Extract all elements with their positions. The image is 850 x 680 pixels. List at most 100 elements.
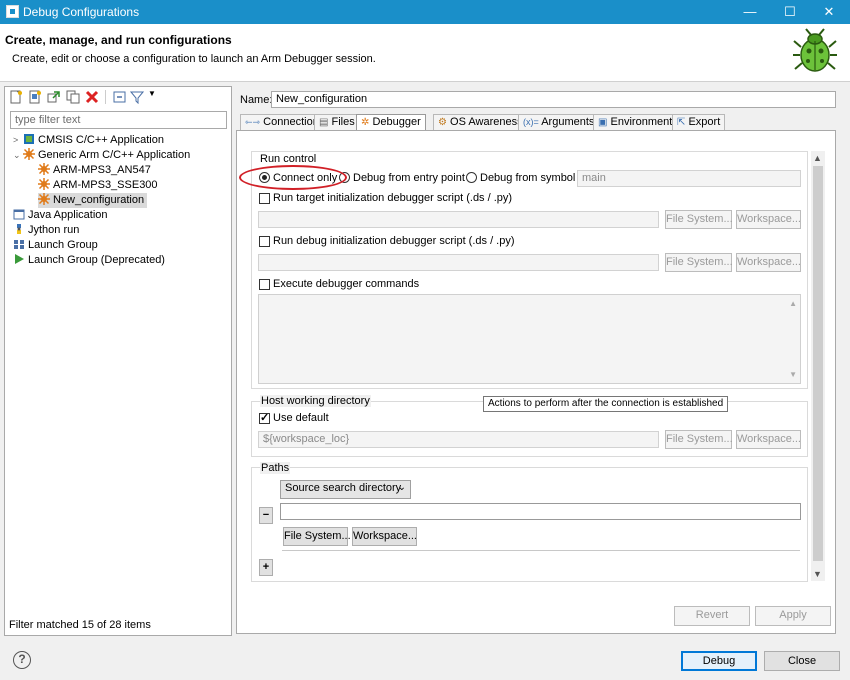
files-icon: ▤ <box>319 117 329 128</box>
debug-init-workspace-button[interactable]: Workspace... <box>736 253 801 272</box>
use-default-checkbox[interactable] <box>259 411 270 424</box>
header-subtitle: Create, edit or choose a configuration t… <box>12 53 376 65</box>
tree-item-java-app[interactable]: Java Application <box>13 208 108 223</box>
textarea-scroll-down-icon[interactable]: ▼ <box>789 370 797 379</box>
name-label: Name: <box>240 94 273 106</box>
path-input[interactable] <box>280 503 801 520</box>
maximize-button[interactable]: ☐ <box>770 0 810 24</box>
tab-environment[interactable]: ▣ Environment <box>593 114 678 130</box>
app-icon <box>6 5 19 18</box>
host-dir-workspace-button[interactable]: Workspace... <box>736 430 801 449</box>
add-path-button[interactable]: + <box>259 559 273 576</box>
source-search-dropdown[interactable]: Source search directory ⌄ <box>280 480 411 499</box>
remove-path-button[interactable]: − <box>259 507 273 524</box>
help-icon[interactable]: ? <box>13 651 31 669</box>
debug-init-path-input[interactable] <box>258 254 659 271</box>
target-init-file-system-button[interactable]: File System... <box>665 210 733 229</box>
launch-group-deprecated-icon <box>15 254 24 264</box>
launch-group-icon <box>14 240 24 249</box>
tree-item-launch-group[interactable]: Launch Group <box>13 238 98 253</box>
name-input[interactable]: New_configuration <box>271 91 836 108</box>
debug-init-label[interactable]: Run debug initialization debugger script… <box>273 235 515 247</box>
paths-workspace-button[interactable]: Workspace... <box>352 527 417 546</box>
tab-os-awareness[interactable]: ⚙ OS Awareness <box>433 114 528 130</box>
tree-item-jython-run[interactable]: Jython run <box>13 223 79 238</box>
vertical-scrollbar[interactable]: ▲ ▼ <box>811 151 825 581</box>
close-window-button[interactable]: ✕ <box>809 0 849 24</box>
title-bar: Debug Configurations — ☐ ✕ <box>0 0 850 24</box>
filter-icon[interactable] <box>130 90 144 104</box>
execute-commands-label[interactable]: Execute debugger commands <box>273 278 419 290</box>
debug-symbol-label[interactable]: Debug from symbol <box>480 172 575 184</box>
tree-item-generic-arm[interactable]: ⌄ Generic Arm C/C++ Application <box>13 148 190 163</box>
tab-files[interactable]: ▤ Files <box>314 114 360 130</box>
paths-file-system-button[interactable]: File System... <box>283 527 351 546</box>
working-directory-input[interactable]: ${workspace_loc} <box>258 431 659 448</box>
textarea-scroll-up-icon[interactable]: ▲ <box>789 299 797 308</box>
debugger-icon: ✲ <box>361 117 370 128</box>
bug-icon <box>793 28 837 72</box>
host-dir-label: Host working directory <box>260 395 371 407</box>
arm-config-icon <box>38 178 50 190</box>
tree-item-mps3-sse300[interactable]: ARM-MPS3_SSE300 <box>38 178 158 193</box>
duplicate-config-icon[interactable] <box>66 90 80 104</box>
export-icon: ⇱ <box>677 117 686 128</box>
tree-item-new-configuration[interactable]: New_configuration <box>38 193 148 208</box>
configuration-tree-panel: ▼ type filter text > CMSIS C/C++ Applicat… <box>4 86 232 636</box>
target-init-path-input[interactable] <box>258 211 659 228</box>
tooltip: Actions to perform after the connection … <box>483 396 729 412</box>
highlight-annotation <box>239 165 347 190</box>
execute-commands-checkbox[interactable] <box>259 279 270 290</box>
scroll-up-icon[interactable]: ▲ <box>813 153 822 163</box>
arm-config-icon <box>38 193 50 205</box>
symbol-input[interactable]: main <box>577 170 801 187</box>
window-title: Debug Configurations <box>23 5 140 19</box>
paths-label: Paths <box>260 462 291 474</box>
header-title: Create, manage, and run configurations <box>5 33 232 47</box>
tab-export[interactable]: ⇱ Export <box>672 114 726 130</box>
os-awareness-icon: ⚙ <box>438 117 447 128</box>
config-tabs: ⇽⇾ Connection ▤ Files ✲ Debugger ⚙ OS Aw… <box>238 114 836 131</box>
export-config-icon[interactable] <box>47 90 61 104</box>
delete-config-icon[interactable] <box>85 90 99 104</box>
debug-entry-label[interactable]: Debug from entry point <box>353 172 465 184</box>
scroll-down-icon[interactable]: ▼ <box>813 569 822 579</box>
tab-arguments[interactable]: (x)= Arguments <box>518 114 600 130</box>
new-prototype-icon[interactable] <box>28 90 42 104</box>
host-dir-file-system-button[interactable]: File System... <box>665 430 733 449</box>
minimize-button[interactable]: — <box>730 0 770 24</box>
target-init-workspace-button[interactable]: Workspace... <box>736 210 801 229</box>
debug-init-checkbox[interactable] <box>259 236 270 247</box>
tree-item-launch-group-deprecated[interactable]: Launch Group (Deprecated) <box>13 253 165 268</box>
revert-button[interactable]: Revert <box>674 606 750 626</box>
tab-connection[interactable]: ⇽⇾ Connection <box>240 114 324 130</box>
debugger-commands-textarea[interactable]: ▲ ▼ <box>258 294 801 384</box>
new-config-icon[interactable] <box>9 90 23 104</box>
use-default-label[interactable]: Use default <box>273 412 329 424</box>
tab-debugger[interactable]: ✲ Debugger <box>356 114 426 131</box>
target-init-label[interactable]: Run target initialization debugger scrip… <box>273 192 512 204</box>
arm-app-icon <box>23 148 35 160</box>
collapse-all-icon[interactable] <box>113 90 127 104</box>
tree-item-mps3-an547[interactable]: ARM-MPS3_AN547 <box>38 163 151 178</box>
expand-chevron-icon[interactable]: > <box>13 133 23 148</box>
filter-input[interactable]: type filter text <box>10 111 227 129</box>
apply-button[interactable]: Apply <box>755 606 831 626</box>
java-app-icon <box>13 209 25 220</box>
arm-config-icon <box>38 163 50 175</box>
toolbar-divider <box>105 90 106 104</box>
debug-symbol-radio[interactable] <box>466 172 477 183</box>
filter-status: Filter matched 15 of 28 items <box>9 619 151 631</box>
tree-item-cmsis[interactable]: > CMSIS C/C++ Application <box>13 133 164 148</box>
filter-menu-chevron-icon[interactable]: ▼ <box>148 89 156 98</box>
jython-icon <box>17 224 21 234</box>
debug-button[interactable]: Debug <box>681 651 757 671</box>
cmsis-app-icon <box>24 134 34 144</box>
scrollbar-thumb[interactable] <box>813 166 823 561</box>
dialog-header: Create, manage, and run configurations C… <box>0 24 850 82</box>
target-init-checkbox[interactable] <box>259 193 270 204</box>
collapse-chevron-icon[interactable]: ⌄ <box>13 148 23 163</box>
close-button[interactable]: Close <box>764 651 840 671</box>
connection-icon: ⇽⇾ <box>245 117 261 127</box>
debug-init-file-system-button[interactable]: File System... <box>665 253 733 272</box>
